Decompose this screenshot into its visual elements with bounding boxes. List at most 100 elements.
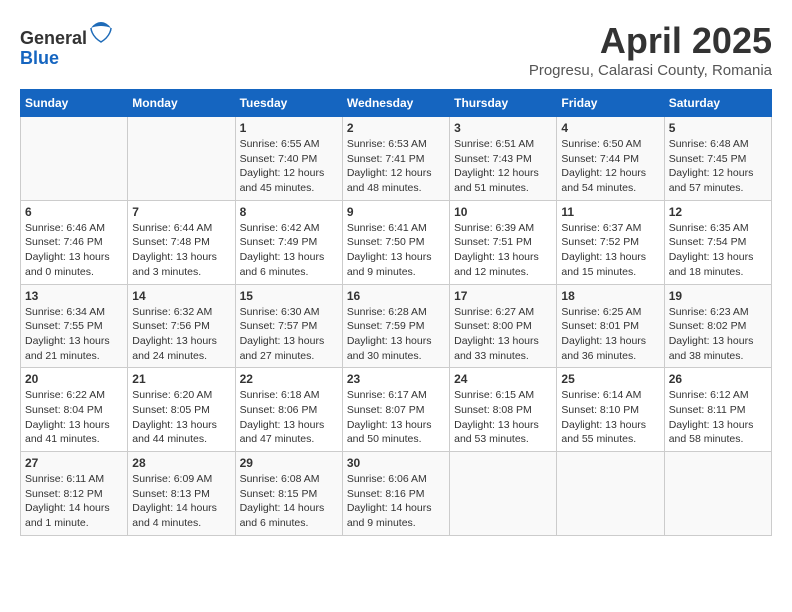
cell-text: Sunset: 7:51 PM: [454, 235, 552, 250]
cell-text: Sunset: 8:06 PM: [240, 403, 338, 418]
cell-text: Sunrise: 6:08 AM: [240, 472, 338, 487]
cell-text: Sunset: 7:44 PM: [561, 152, 659, 167]
header-cell-tuesday: Tuesday: [235, 90, 342, 117]
cell-text: Sunset: 8:13 PM: [132, 487, 230, 502]
cell-text: Sunrise: 6:32 AM: [132, 305, 230, 320]
day-number: 28: [132, 456, 230, 470]
cell-text: Daylight: 14 hours and 6 minutes.: [240, 501, 338, 530]
calendar-cell: [128, 117, 235, 201]
calendar-cell: 9Sunrise: 6:41 AMSunset: 7:50 PMDaylight…: [342, 200, 449, 284]
day-number: 21: [132, 372, 230, 386]
week-row-2: 6Sunrise: 6:46 AMSunset: 7:46 PMDaylight…: [21, 200, 772, 284]
cell-text: Sunrise: 6:15 AM: [454, 388, 552, 403]
subtitle: Progresu, Calarasi County, Romania: [529, 62, 772, 79]
day-number: 17: [454, 289, 552, 303]
cell-text: Sunset: 7:49 PM: [240, 235, 338, 250]
cell-text: Daylight: 12 hours and 57 minutes.: [669, 166, 767, 195]
cell-text: Daylight: 13 hours and 47 minutes.: [240, 418, 338, 447]
day-number: 15: [240, 289, 338, 303]
cell-text: Sunrise: 6:11 AM: [25, 472, 123, 487]
week-row-4: 20Sunrise: 6:22 AMSunset: 8:04 PMDayligh…: [21, 368, 772, 452]
calendar-cell: 12Sunrise: 6:35 AMSunset: 7:54 PMDayligh…: [664, 200, 771, 284]
calendar-cell: 19Sunrise: 6:23 AMSunset: 8:02 PMDayligh…: [664, 284, 771, 368]
cell-text: Sunrise: 6:53 AM: [347, 137, 445, 152]
cell-text: Sunset: 8:04 PM: [25, 403, 123, 418]
cell-text: Sunset: 7:50 PM: [347, 235, 445, 250]
week-row-3: 13Sunrise: 6:34 AMSunset: 7:55 PMDayligh…: [21, 284, 772, 368]
calendar-cell: 23Sunrise: 6:17 AMSunset: 8:07 PMDayligh…: [342, 368, 449, 452]
cell-text: Daylight: 13 hours and 36 minutes.: [561, 334, 659, 363]
cell-text: Daylight: 13 hours and 30 minutes.: [347, 334, 445, 363]
day-number: 23: [347, 372, 445, 386]
calendar-cell: 21Sunrise: 6:20 AMSunset: 8:05 PMDayligh…: [128, 368, 235, 452]
calendar-cell: 18Sunrise: 6:25 AMSunset: 8:01 PMDayligh…: [557, 284, 664, 368]
cell-text: Sunrise: 6:46 AM: [25, 221, 123, 236]
header-cell-friday: Friday: [557, 90, 664, 117]
day-number: 20: [25, 372, 123, 386]
calendar-cell: 30Sunrise: 6:06 AMSunset: 8:16 PMDayligh…: [342, 452, 449, 536]
cell-text: Daylight: 14 hours and 4 minutes.: [132, 501, 230, 530]
cell-text: Daylight: 13 hours and 21 minutes.: [25, 334, 123, 363]
calendar-body: 1Sunrise: 6:55 AMSunset: 7:40 PMDaylight…: [21, 117, 772, 536]
day-number: 18: [561, 289, 659, 303]
day-number: 30: [347, 456, 445, 470]
cell-text: Daylight: 13 hours and 6 minutes.: [240, 250, 338, 279]
cell-text: Sunrise: 6:20 AM: [132, 388, 230, 403]
cell-text: Sunrise: 6:17 AM: [347, 388, 445, 403]
cell-text: Daylight: 13 hours and 18 minutes.: [669, 250, 767, 279]
cell-text: Sunrise: 6:42 AM: [240, 221, 338, 236]
header-cell-saturday: Saturday: [664, 90, 771, 117]
day-number: 7: [132, 205, 230, 219]
cell-text: Sunset: 7:41 PM: [347, 152, 445, 167]
logo-blue-text: Blue: [20, 48, 59, 68]
header-cell-sunday: Sunday: [21, 90, 128, 117]
cell-text: Daylight: 13 hours and 44 minutes.: [132, 418, 230, 447]
cell-text: Sunset: 8:12 PM: [25, 487, 123, 502]
day-number: 4: [561, 121, 659, 135]
calendar-cell: 28Sunrise: 6:09 AMSunset: 8:13 PMDayligh…: [128, 452, 235, 536]
cell-text: Daylight: 13 hours and 15 minutes.: [561, 250, 659, 279]
cell-text: Sunrise: 6:12 AM: [669, 388, 767, 403]
header-cell-wednesday: Wednesday: [342, 90, 449, 117]
title-block: April 2025 Progresu, Calarasi County, Ro…: [529, 20, 772, 79]
cell-text: Daylight: 12 hours and 48 minutes.: [347, 166, 445, 195]
cell-text: Sunset: 8:10 PM: [561, 403, 659, 418]
cell-text: Sunrise: 6:14 AM: [561, 388, 659, 403]
cell-text: Sunset: 8:16 PM: [347, 487, 445, 502]
cell-text: Daylight: 13 hours and 41 minutes.: [25, 418, 123, 447]
cell-text: Sunrise: 6:18 AM: [240, 388, 338, 403]
logo-general-text: General: [20, 28, 87, 48]
cell-text: Sunrise: 6:28 AM: [347, 305, 445, 320]
calendar-cell: 5Sunrise: 6:48 AMSunset: 7:45 PMDaylight…: [664, 117, 771, 201]
cell-text: Sunrise: 6:37 AM: [561, 221, 659, 236]
week-row-5: 27 Sunrise: 6:11 AMSunset: 8:12 PM Dayligh…: [21, 452, 772, 536]
calendar-cell: 8Sunrise: 6:42 AMSunset: 7:49 PMDaylight…: [235, 200, 342, 284]
calendar-cell: 17Sunrise: 6:27 AMSunset: 8:00 PMDayligh…: [450, 284, 557, 368]
day-number: 25: [561, 372, 659, 386]
cell-text: Sunrise: 6:55 AM: [240, 137, 338, 152]
cell-text: Sunset: 8:01 PM: [561, 319, 659, 334]
calendar-cell: [450, 452, 557, 536]
calendar-header: SundayMondayTuesdayWednesdayThursdayFrid…: [21, 90, 772, 117]
cell-text: Sunset: 7:40 PM: [240, 152, 338, 167]
day-number: 10: [454, 205, 552, 219]
cell-text: Sunrise: 6:35 AM: [669, 221, 767, 236]
cell-text: Sunrise: 6:34 AM: [25, 305, 123, 320]
day-number: 16: [347, 289, 445, 303]
calendar-cell: 6Sunrise: 6:46 AMSunset: 7:46 PMDaylight…: [21, 200, 128, 284]
cell-text: Sunset: 8:11 PM: [669, 403, 767, 418]
calendar-cell: 29Sunrise: 6:08 AMSunset: 8:15 PMDayligh…: [235, 452, 342, 536]
day-number: 27: [25, 456, 123, 470]
calendar-cell: 11Sunrise: 6:37 AMSunset: 7:52 PMDayligh…: [557, 200, 664, 284]
day-number: 2: [347, 121, 445, 135]
logo-icon: [89, 20, 113, 44]
calendar-cell: 20Sunrise: 6:22 AMSunset: 8:04 PMDayligh…: [21, 368, 128, 452]
cell-text: Sunset: 8:00 PM: [454, 319, 552, 334]
day-number: 14: [132, 289, 230, 303]
day-number: 22: [240, 372, 338, 386]
cell-text: Daylight: 12 hours and 51 minutes.: [454, 166, 552, 195]
cell-text: Sunset: 7:48 PM: [132, 235, 230, 250]
calendar-cell: 14Sunrise: 6:32 AMSunset: 7:56 PMDayligh…: [128, 284, 235, 368]
calendar-cell: 2 Sunrise: 6:53 AMSunset: 7:41 PMDaylight…: [342, 117, 449, 201]
cell-text: Sunrise: 6:27 AM: [454, 305, 552, 320]
